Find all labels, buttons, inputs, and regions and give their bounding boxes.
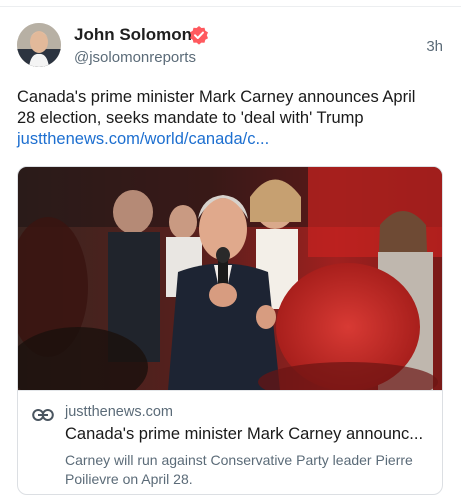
- post[interactable]: John Solomon @jsolomonreports 3h Canada'…: [0, 7, 461, 500]
- post-url-link[interactable]: justthenews.com/world/canada/c...: [17, 129, 447, 150]
- card-title[interactable]: Canada's prime minister Mark Carney anno…: [65, 425, 435, 444]
- link-preview-card[interactable]: justthenews.com Canada's prime minister …: [17, 166, 443, 495]
- post-timestamp[interactable]: 3h: [426, 38, 443, 55]
- post-text-line: 28 election, seeks mandate to 'deal with…: [17, 109, 364, 127]
- link-icon: [32, 409, 54, 421]
- card-description: Carney will run against Conservative Par…: [65, 452, 413, 487]
- top-divider: [0, 0, 461, 7]
- avatar[interactable]: [17, 23, 61, 67]
- card-image[interactable]: [18, 167, 442, 390]
- card-domain: justthenews.com: [65, 404, 173, 420]
- author-handle[interactable]: @jsolomonreports: [74, 49, 196, 66]
- card-meta[interactable]: justthenews.com Canada's prime minister …: [18, 390, 442, 494]
- post-text: Canada's prime minister Mark Carney anno…: [17, 87, 447, 150]
- verified-badge-icon: [190, 26, 208, 45]
- post-text-line: Canada's prime minister Mark Carney anno…: [17, 88, 416, 106]
- author-name[interactable]: John Solomon: [74, 25, 192, 45]
